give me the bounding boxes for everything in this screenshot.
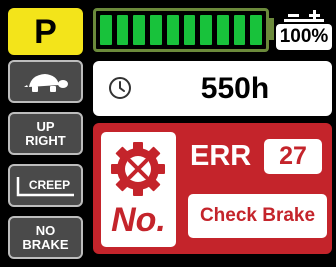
gear-p-button[interactable]: P [8,8,83,55]
up-right-button[interactable]: UP RIGHT [8,112,83,155]
error-message: Check Brake [188,194,327,238]
creep-label: CREEP [28,177,71,192]
error-label: ERR [190,139,252,172]
battery-segment [183,15,196,45]
battery-segment [116,15,129,45]
battery-segment [166,15,179,45]
no-brake-label-line1: NO [35,222,56,238]
gear-wrench-icon [111,142,165,196]
up-right-label-line2: RIGHT [25,132,66,148]
no-brake-button[interactable]: NO BRAKE [8,216,83,259]
battery-segment [150,15,162,45]
battery-gauge [93,8,269,52]
hour-meter-value: 550h [200,72,270,105]
error-code: 27 [264,139,322,174]
battery-segment [216,15,229,45]
creep-button[interactable]: CREEP [8,164,83,207]
gear-label: P [34,12,57,51]
battery-plus-minus-icon [284,10,324,22]
error-no-label: No. [111,200,166,239]
battery-segment [200,15,212,45]
turtle-icon [23,73,68,92]
battery-segment [100,15,112,45]
battery-segment [250,15,263,45]
battery-segment [133,15,146,45]
battery-percent: 100% [276,24,332,50]
battery-terminal [268,18,274,40]
clock-icon [109,77,131,99]
turtle-mode-button[interactable] [8,60,83,103]
no-brake-label-line2: BRAKE [22,236,69,252]
battery-segment [233,15,246,45]
up-right-label-line1: UP [36,118,55,134]
